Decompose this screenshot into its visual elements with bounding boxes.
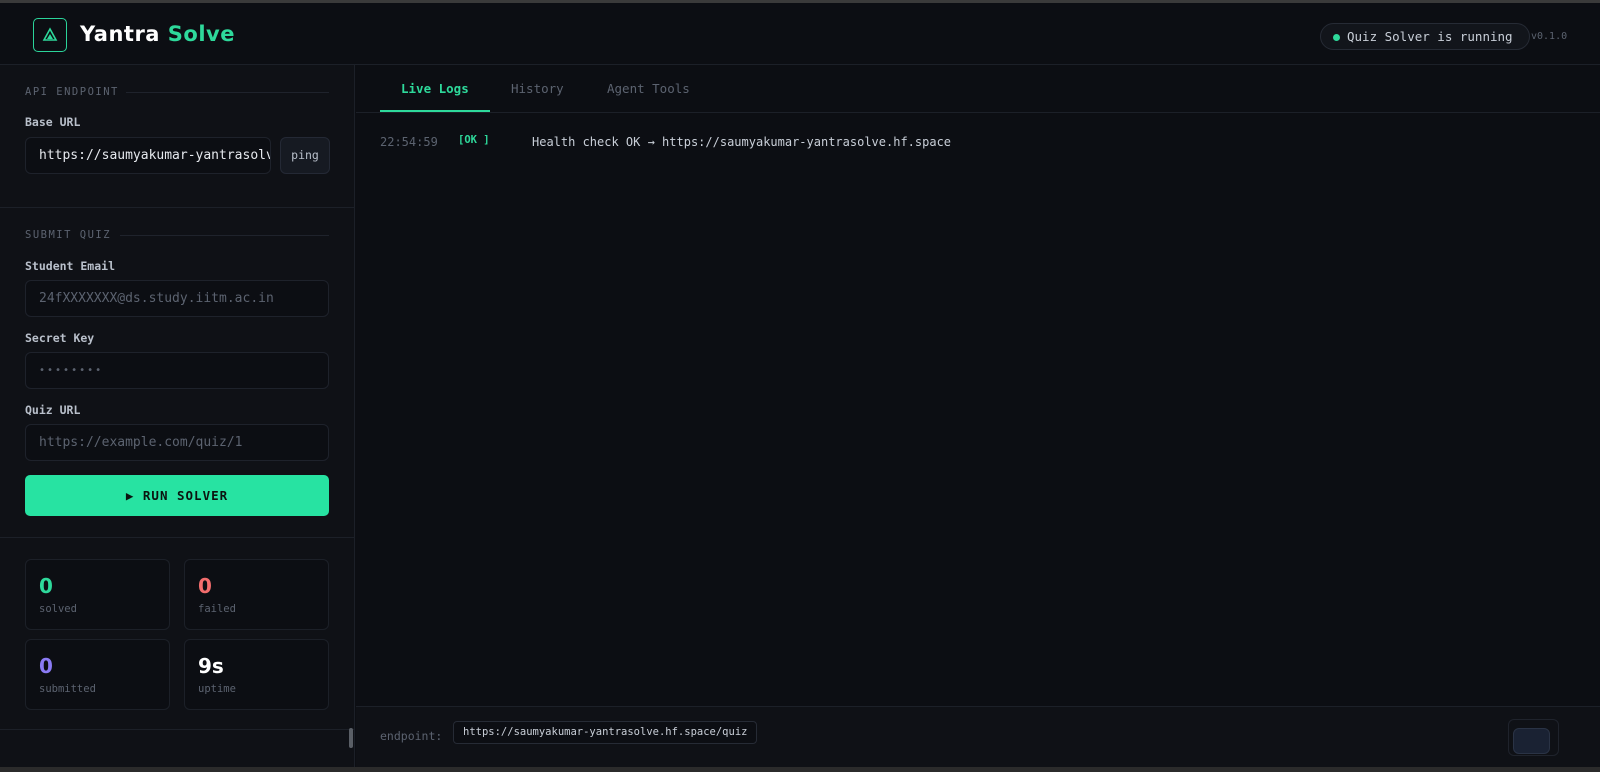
stat-solved: 0 solved: [25, 559, 170, 630]
tab-agent-tools[interactable]: Agent Tools: [607, 81, 690, 96]
footer-action-button[interactable]: [1513, 728, 1550, 754]
log-level-badge: [OK ]: [458, 134, 490, 146]
run-solver-button[interactable]: ▶ RUN SOLVER: [25, 475, 329, 516]
stat-label: failed: [198, 603, 236, 615]
section-divider: [120, 235, 329, 236]
section-title-api: API ENDPOINT: [25, 86, 119, 98]
brand-word-primary: Yantra: [80, 22, 160, 46]
quiz-url-label: Quiz URL: [25, 403, 81, 417]
main-panel: Live Logs History Agent Tools 22:54:59 […: [356, 65, 1600, 767]
status-badge: Quiz Solver is running: [1320, 23, 1530, 50]
stat-label: submitted: [39, 683, 96, 695]
tab-bar: Live Logs History Agent Tools: [356, 65, 1600, 113]
stat-label: solved: [39, 603, 77, 615]
app-header: Yantra Solve Quiz Solver is running v0.1…: [0, 3, 1600, 65]
ping-button[interactable]: ping: [280, 137, 330, 174]
stats-section: 0 solved 0 failed 0 submitted 9s uptime: [0, 538, 354, 730]
stat-label: uptime: [198, 683, 236, 695]
section-title-submit: SUBMIT QUIZ: [25, 229, 112, 241]
endpoint-url-chip[interactable]: https://saumyakumar-yantrasolve.hf.space…: [453, 721, 758, 744]
stat-value: 0: [39, 574, 53, 598]
endpoint-label: endpoint:: [380, 729, 443, 743]
active-tab-indicator: [380, 110, 490, 112]
email-label: Student Email: [25, 259, 116, 273]
log-message: Health check OK → https://saumyakumar-ya…: [532, 135, 952, 149]
log-timestamp: 22:54:59: [380, 135, 438, 149]
stat-submitted: 0 submitted: [25, 639, 170, 710]
base-url-input[interactable]: https://saumyakumar-yantrasolve.hf.space: [25, 137, 271, 174]
brand-name: Yantra Solve: [80, 22, 235, 46]
section-divider: [126, 92, 329, 93]
submit-quiz-section: SUBMIT QUIZ Student Email 24fXXXXXXX@ds.…: [0, 208, 354, 538]
status-dot-icon: [1333, 34, 1340, 41]
api-endpoint-section: API ENDPOINT Base URL https://saumyakuma…: [0, 65, 354, 208]
stat-failed: 0 failed: [184, 559, 329, 630]
sidebar-scrollbar[interactable]: [349, 728, 353, 748]
tab-live-logs[interactable]: Live Logs: [401, 81, 469, 96]
secret-key-field[interactable]: ••••••••: [25, 352, 329, 389]
base-url-label: Base URL: [25, 115, 81, 129]
endpoint-footer: endpoint: https://saumyakumar-yantrasolv…: [356, 706, 1600, 767]
sidebar: API ENDPOINT Base URL https://saumyakuma…: [0, 65, 355, 767]
stat-value: 9s: [198, 654, 224, 678]
quiz-url-field[interactable]: https://example.com/quiz/1: [25, 424, 329, 461]
tab-history[interactable]: History: [511, 81, 564, 96]
triangle-logo-icon: [33, 18, 67, 52]
stat-value: 0: [198, 574, 212, 598]
status-text: Quiz Solver is running: [1347, 29, 1513, 44]
version-label: v0.1.0: [1531, 31, 1568, 42]
stat-value: 0: [39, 654, 53, 678]
stat-uptime: 9s uptime: [184, 639, 329, 710]
email-field[interactable]: 24fXXXXXXX@ds.study.iitm.ac.in: [25, 280, 329, 317]
secret-key-label: Secret Key: [25, 331, 95, 345]
brand-word-accent: Solve: [167, 22, 235, 46]
